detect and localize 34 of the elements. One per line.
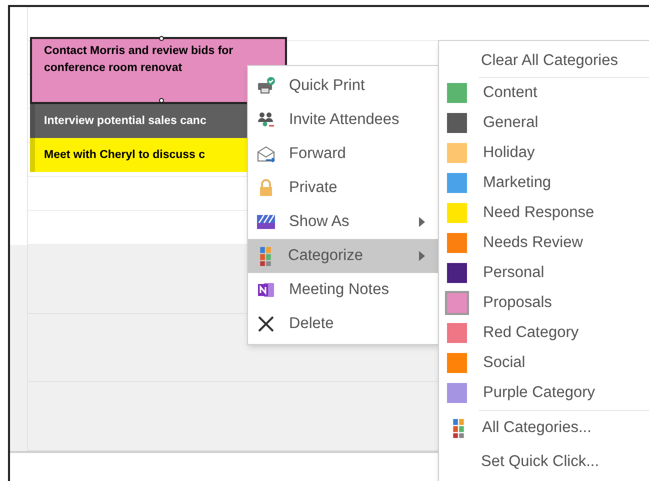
envelope-arrow-icon xyxy=(256,144,276,164)
resize-handle[interactable] xyxy=(158,98,164,103)
menu-item[interactable]: Need Response xyxy=(439,198,649,228)
color-grid-icon xyxy=(260,246,271,266)
menu-item[interactable]: Proposals xyxy=(439,288,649,318)
notebook-icon xyxy=(256,280,276,300)
close-icon xyxy=(256,314,276,334)
menu-item[interactable]: Categorize xyxy=(248,239,439,273)
menu-item[interactable]: Clear All Categories xyxy=(439,44,649,77)
menu-item[interactable]: Purple Category xyxy=(439,378,649,408)
striped-bar-icon xyxy=(256,212,276,232)
menu-item[interactable]: Private xyxy=(248,171,439,205)
menu-item[interactable]: Red Category xyxy=(439,318,649,348)
calendar-event[interactable]: Contact Morris and review bids for conference room renovat xyxy=(30,37,287,104)
menu-item[interactable]: General xyxy=(439,108,649,138)
menu-item[interactable]: Show As xyxy=(248,205,439,239)
menu-item[interactable]: All Categories... xyxy=(439,411,649,445)
submenu-arrow-icon xyxy=(419,251,425,261)
menu-item[interactable]: Personal xyxy=(439,258,649,288)
menu-item[interactable]: Marketing xyxy=(439,168,649,198)
event-title: Meet with Cheryl to discuss c xyxy=(44,148,206,162)
menu-item[interactable]: Holiday xyxy=(439,138,649,168)
printer-icon xyxy=(256,76,276,96)
menu-item[interactable]: Content xyxy=(439,78,649,108)
menu-item[interactable]: Delete xyxy=(248,307,439,341)
menu-item[interactable]: Meeting Notes xyxy=(248,273,439,307)
event-title: Contact Morris and review bids for conference room renovat xyxy=(44,44,234,76)
menu-item[interactable]: Social xyxy=(439,348,649,378)
menu-item[interactable]: Needs Review xyxy=(439,228,649,258)
submenu-arrow-icon xyxy=(419,217,425,227)
event-title: Interview potential sales canc xyxy=(44,114,208,128)
menu-item[interactable]: Set Quick Click... xyxy=(439,445,649,479)
color-grid-icon xyxy=(453,418,464,438)
resize-handle[interactable] xyxy=(158,36,164,41)
